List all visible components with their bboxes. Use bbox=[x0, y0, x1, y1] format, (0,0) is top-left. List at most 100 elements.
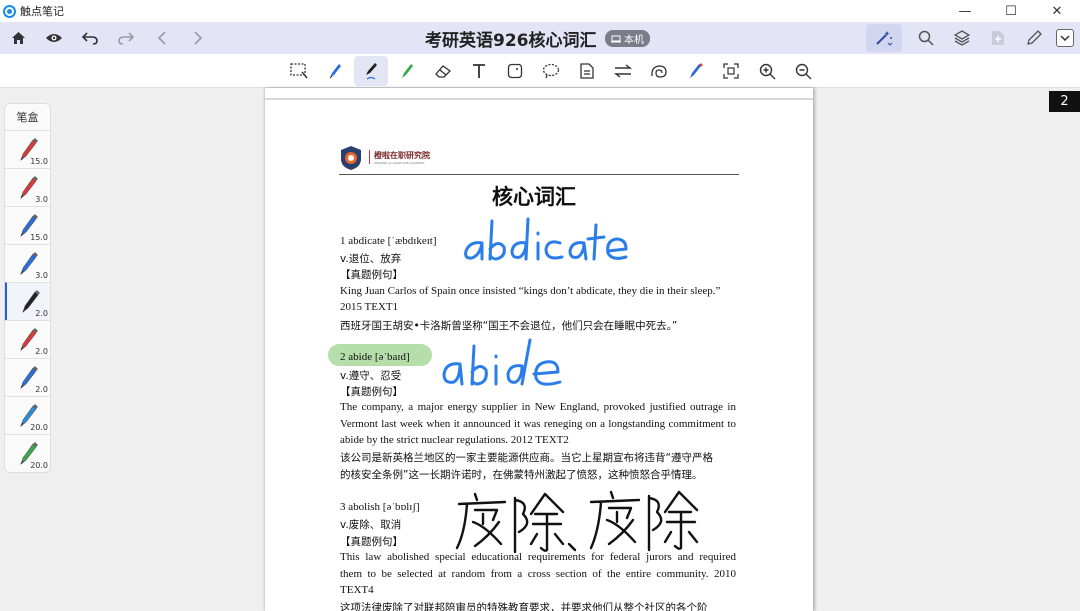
fountain-pen-tool[interactable] bbox=[318, 56, 352, 86]
ink-stroke-abdicate[interactable] bbox=[460, 213, 630, 273]
ballpoint-pen-tool[interactable] bbox=[354, 56, 388, 86]
pen-preset-9[interactable]: 20.0 bbox=[5, 434, 50, 472]
spiral-tool[interactable] bbox=[642, 56, 676, 86]
pen-box-title: 笔盒 bbox=[16, 111, 39, 124]
text-tool[interactable] bbox=[462, 56, 496, 86]
home-icon bbox=[11, 32, 25, 44]
entry-2-example-line-3: abide by the strict nuclear regulations.… bbox=[340, 434, 569, 446]
entry-3-headword: 3 abolish [əˈbɒlɪʃ] bbox=[340, 501, 420, 513]
entry-3-translation-line-1: 这项法律废除了对联邦陪审员的特殊教育要求，并要求他们从整个社区的各个阶 bbox=[340, 602, 708, 611]
fountain-pen-icon bbox=[329, 64, 341, 79]
pen-box: 笔盒 15.0 3.0 15.0 3.0 2.0 2.0 2.0 20.0 20.0 bbox=[4, 103, 51, 473]
entry-2-translation-line-1: 该公司是新英格兰地区的一家主要能源供应商。当它上星期宣布将违背“遵守严格 bbox=[340, 452, 713, 464]
entry-3-example-label: 【真题例句】 bbox=[340, 536, 403, 548]
pen-preset-7[interactable]: 2.0 bbox=[5, 358, 50, 396]
comment-icon bbox=[542, 63, 560, 79]
next-page-button[interactable] bbox=[180, 22, 216, 54]
pen-size-label: 15.0 bbox=[30, 233, 48, 242]
pen-list: 15.0 3.0 15.0 3.0 2.0 2.0 2.0 20.0 20.0 bbox=[5, 130, 50, 472]
minimize-button[interactable]: — bbox=[942, 0, 988, 22]
pen-preset-6[interactable]: 2.0 bbox=[5, 320, 50, 358]
pen-size-label: 3.0 bbox=[35, 271, 48, 280]
prev-page-button[interactable] bbox=[144, 22, 180, 54]
more-menu-button[interactable] bbox=[1056, 29, 1074, 47]
title-bar: 触点笔记 — ☐ ✕ bbox=[0, 0, 1080, 22]
drawing-toolbar bbox=[0, 54, 1080, 88]
screenshot-tool[interactable] bbox=[714, 56, 748, 86]
entry-1-example: King Juan Carlos of Spain once insisted … bbox=[340, 285, 721, 297]
page-heading: 核心词汇 bbox=[492, 184, 576, 209]
document-tool[interactable] bbox=[570, 56, 604, 86]
edit-button[interactable] bbox=[1016, 22, 1052, 54]
entry-1-source: 2015 TEXT1 bbox=[340, 301, 399, 313]
eye-icon bbox=[46, 34, 62, 42]
document-page[interactable]: 橙啦在职研究院 ORANGE LA GRADUATE ACADEMY 核心词汇 … bbox=[265, 88, 813, 611]
page-number: 2 bbox=[1049, 91, 1080, 112]
pen-size-label: 20.0 bbox=[30, 423, 48, 432]
shape-tool[interactable] bbox=[498, 56, 532, 86]
pen-preset-5[interactable]: 2.0 bbox=[5, 282, 50, 320]
lasso-select-tool[interactable] bbox=[282, 56, 316, 86]
redo-button[interactable] bbox=[108, 22, 144, 54]
header-actions bbox=[866, 22, 1080, 54]
entry-2-example-line-2: Vermont last week when it announced it w… bbox=[340, 418, 736, 430]
zoom-out-icon bbox=[795, 63, 811, 79]
pen-size-label: 2.0 bbox=[35, 347, 48, 356]
storage-badge[interactable]: 本机 bbox=[605, 30, 650, 47]
pen-preset-1[interactable]: 15.0 bbox=[5, 130, 50, 168]
add-page-button[interactable] bbox=[980, 22, 1016, 54]
magic-wand-icon bbox=[876, 31, 893, 46]
maximize-button[interactable]: ☐ bbox=[988, 0, 1034, 22]
entry-2-definition: v.遵守、忍受 bbox=[340, 370, 402, 382]
entry-1-headword: 1 abdicate [ˈæbdɪkeɪt] bbox=[340, 235, 437, 247]
eraser-tool[interactable] bbox=[426, 56, 460, 86]
header-rule bbox=[339, 174, 739, 175]
comment-tool[interactable] bbox=[534, 56, 568, 86]
ink-stroke-abide[interactable] bbox=[440, 338, 565, 393]
highlighter-tool[interactable] bbox=[390, 56, 424, 86]
eraser-icon bbox=[435, 65, 452, 78]
undo-icon bbox=[82, 32, 98, 45]
lasso-select-icon bbox=[290, 63, 308, 79]
pen-preset-2[interactable]: 3.0 bbox=[5, 168, 50, 206]
institute-name: 橙啦在职研究院 bbox=[374, 151, 430, 160]
zoom-out-tool[interactable] bbox=[786, 56, 820, 86]
redo-icon bbox=[118, 32, 134, 45]
document-title[interactable]: 考研英语926核心词汇 bbox=[425, 26, 597, 51]
app-logo-icon bbox=[3, 4, 16, 18]
ballpoint-pen-icon bbox=[366, 63, 377, 80]
layers-button[interactable] bbox=[944, 22, 980, 54]
screenshot-icon bbox=[723, 63, 739, 79]
laser-pointer-tool[interactable] bbox=[678, 56, 712, 86]
undo-button[interactable] bbox=[72, 22, 108, 54]
search-button[interactable] bbox=[908, 22, 944, 54]
window-controls: — ☐ ✕ bbox=[942, 0, 1080, 22]
entry-3-example-line-3: TEXT4 bbox=[340, 584, 374, 596]
zoom-in-icon bbox=[759, 63, 775, 79]
shape-icon bbox=[507, 63, 523, 79]
institute-logo-icon bbox=[341, 146, 361, 170]
entry-3-example-line-2: them to be selected at random from a cro… bbox=[340, 568, 736, 580]
text-icon bbox=[473, 64, 485, 78]
pen-preset-8[interactable]: 20.0 bbox=[5, 396, 50, 434]
pen-preset-4[interactable]: 3.0 bbox=[5, 244, 50, 282]
swap-tool[interactable] bbox=[606, 56, 640, 86]
close-button[interactable]: ✕ bbox=[1034, 0, 1080, 22]
pen-size-label: 2.0 bbox=[35, 309, 48, 318]
pen-size-label: 2.0 bbox=[35, 385, 48, 394]
storage-badge-label: 本机 bbox=[624, 35, 644, 46]
entry-2-headword: 2 abide [əˈbaɪd] bbox=[340, 351, 410, 363]
chevron-down-icon bbox=[1060, 35, 1070, 41]
view-button[interactable] bbox=[36, 22, 72, 54]
layers-icon bbox=[954, 30, 970, 46]
home-button[interactable] bbox=[0, 22, 36, 54]
ink-stroke-handwritten-chinese[interactable] bbox=[453, 488, 703, 558]
zoom-in-tool[interactable] bbox=[750, 56, 784, 86]
document-icon bbox=[580, 63, 594, 79]
search-icon bbox=[918, 30, 934, 46]
entry-1-translation: 西班牙国王胡安•卡洛斯曾坚称“国王不会退位，他们只会在睡眠中死去。” bbox=[340, 320, 678, 332]
pen-preset-3[interactable]: 15.0 bbox=[5, 206, 50, 244]
institute-subtitle: ORANGE LA GRADUATE ACADEMY bbox=[374, 161, 425, 165]
magic-wand-button[interactable] bbox=[866, 24, 902, 52]
add-page-icon bbox=[992, 31, 1004, 45]
